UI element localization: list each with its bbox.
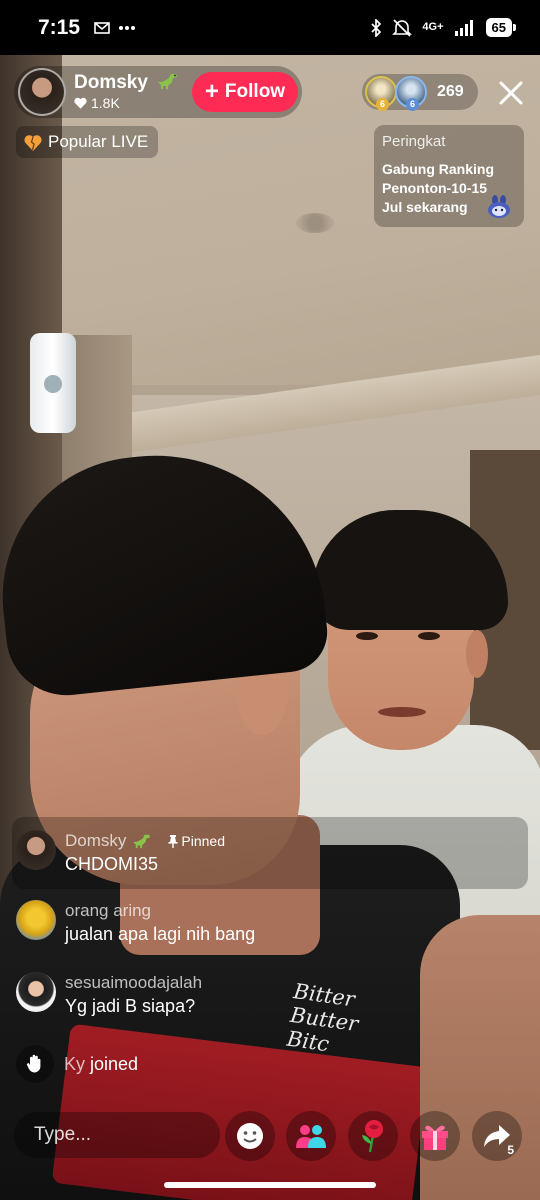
host-likes-row: 1.8K [74, 94, 192, 112]
pinned-label: Pinned [181, 833, 225, 849]
emoji-icon [237, 1123, 263, 1149]
host-avatar[interactable] [18, 68, 66, 116]
pinned-comment-row[interactable]: Domsky Pinned CHDOMI35 [16, 830, 225, 876]
comment-author-row: Domsky Pinned [65, 830, 225, 852]
dinosaur-icon [158, 74, 178, 89]
broken-heart-icon [24, 134, 42, 151]
dinosaur-icon [133, 834, 151, 849]
viewer-list[interactable]: 6 6 269 [362, 74, 478, 111]
host-likes-count: 1.8K [91, 95, 120, 111]
gift-button[interactable] [410, 1111, 460, 1161]
rose-gift-icon [362, 1120, 383, 1153]
bluetooth-icon [371, 18, 382, 37]
viewer-rank-badge: 6 [406, 98, 419, 111]
share-count: 5 [507, 1143, 514, 1157]
top-viewer-avatar[interactable]: 6 [365, 76, 397, 111]
signal-icon [454, 19, 473, 36]
person-2-ear [466, 630, 488, 678]
comment-item[interactable]: orang aring jualan apa lagi nih bang [16, 900, 255, 946]
person-2-mouth [378, 707, 426, 717]
follow-button[interactable]: + Follow [192, 72, 298, 112]
joined-user: Ky [64, 1053, 86, 1074]
status-time: 7:15 [38, 15, 81, 39]
bunny-mascot-icon [488, 195, 510, 218]
jersey-text: Bitter Butter Bitc [285, 979, 360, 1057]
comment-item[interactable]: sesuaimoodajalah Yg jadi B siapa? [16, 972, 202, 1018]
comment-text: Yg jadi B siapa? [65, 996, 196, 1016]
comment-text: CHDOMI35 [65, 854, 159, 874]
host-info-pill[interactable]: Domsky 1.8K + Follow [14, 66, 302, 118]
follow-label: Follow [224, 81, 286, 102]
plus-icon: + [204, 78, 219, 105]
host-name: Domsky [74, 72, 148, 93]
comment-author: orang aring [65, 901, 152, 920]
person-2-eye [418, 632, 440, 640]
ranking-card[interactable]: Peringkat Gabung Ranking Penonton-10-15 … [374, 125, 524, 227]
multi-guest-icon [296, 1125, 326, 1148]
status-notification-icons [94, 21, 136, 34]
heart-icon [74, 97, 87, 109]
popular-live-label: Popular LIVE [48, 132, 149, 151]
pinned-tag: Pinned [168, 830, 225, 852]
joined-text: Ky joined [64, 1054, 138, 1075]
ranking-title: Peringkat [382, 133, 446, 150]
comment-author: sesuaimoodajalah [65, 973, 203, 992]
commenter-avatar[interactable] [16, 972, 56, 1012]
comment-text: jualan apa lagi nih bang [65, 924, 256, 944]
mute-icon [392, 18, 413, 37]
status-system-icons: 4G+ 65 [370, 18, 517, 37]
smoke-detector [296, 213, 334, 233]
rose-gift-button[interactable] [348, 1111, 398, 1161]
commenter-avatar[interactable] [16, 830, 56, 870]
joined-label: joined [90, 1053, 139, 1074]
host-name-row: Domsky [74, 72, 192, 94]
commenter-avatar[interactable] [16, 900, 56, 940]
wave-hand-icon [16, 1045, 54, 1083]
comment-author: Domsky [65, 831, 127, 850]
host-details[interactable]: Domsky 1.8K [74, 72, 192, 112]
gift-box-icon [422, 1125, 448, 1150]
multi-guest-button[interactable] [286, 1111, 336, 1161]
pin-icon [168, 834, 178, 848]
emoji-button[interactable] [225, 1111, 275, 1161]
status-bar: 7:15 4G+ 65 [0, 0, 540, 55]
close-icon[interactable] [496, 78, 526, 108]
comment-input[interactable]: Type... [14, 1112, 220, 1158]
home-indicator[interactable] [164, 1182, 376, 1188]
popular-live-badge[interactable]: Popular LIVE [16, 126, 159, 158]
viewer-rank-badge: 6 [376, 98, 389, 111]
more-icon [119, 25, 136, 30]
share-button[interactable]: 5 [472, 1111, 522, 1161]
mail-icon [94, 21, 110, 34]
viewer-count[interactable]: 269 [437, 83, 464, 101]
joined-notice: Ky joined [16, 1045, 138, 1083]
dispenser-button [44, 375, 62, 393]
top-viewer-avatar[interactable]: 6 [395, 76, 427, 111]
battery-icon: 65 [485, 18, 517, 37]
network-type: 4G+ [422, 21, 444, 33]
person-2-eye [356, 632, 378, 640]
